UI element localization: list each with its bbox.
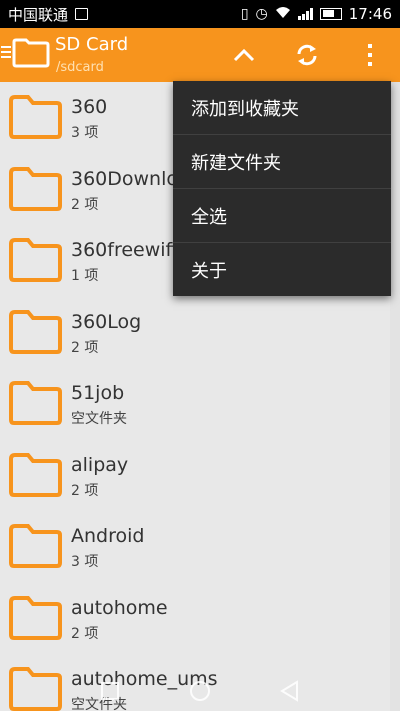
scroll-track[interactable] (390, 82, 400, 711)
list-item[interactable]: autohome 2 项 (0, 583, 390, 655)
navigate-up-icon (233, 48, 255, 62)
image-icon (75, 8, 89, 20)
item-count: 2 项 (71, 625, 99, 642)
item-count: 3 项 (71, 554, 99, 570)
menu-item-about[interactable]: 关于 (173, 243, 391, 297)
refresh-icon (297, 44, 317, 66)
file-name: autohome (71, 596, 168, 619)
folder-icon (9, 524, 62, 568)
folder-icon (9, 452, 62, 497)
battery-icon (319, 8, 342, 20)
status-bar: 中国联通 ▯ ◷ 17:46 (0, 0, 400, 28)
folder-icon (9, 95, 62, 139)
item-count: 2 项 (71, 196, 99, 213)
file-name: Android (71, 525, 145, 547)
carrier-label: 中国联通 (8, 5, 69, 24)
path-subtitle: /sdcard (56, 60, 104, 75)
menu-item-new-folder[interactable]: 新建文件夹 (173, 135, 391, 189)
refresh-button[interactable] (280, 28, 334, 82)
file-name: 360Log (71, 310, 142, 333)
vibrate-icon: ▯ (240, 6, 249, 22)
menu-item-select-all[interactable]: 全选 (173, 189, 391, 243)
list-item[interactable]: 51job 空文件夹 (0, 368, 390, 440)
folder-icon (9, 238, 62, 282)
list-item[interactable]: Android 3 项 (0, 511, 390, 583)
item-count: 1 项 (71, 268, 99, 284)
navigate-up-button[interactable] (217, 28, 271, 82)
nav-bar (0, 672, 400, 711)
list-item[interactable]: alipay 2 项 (0, 440, 390, 512)
recents-icon[interactable] (97, 678, 123, 704)
file-name: 360freewifi (71, 239, 178, 261)
item-count: 3 项 (71, 125, 99, 141)
overflow-menu-icon (368, 44, 372, 66)
folder-icon (9, 381, 62, 425)
item-count: 空文件夹 (71, 411, 127, 427)
alarm-icon: ◷ (255, 6, 268, 22)
folder-icon (12, 38, 50, 68)
file-name: alipay (71, 453, 129, 476)
action-bar: SD Card /sdcard (0, 28, 400, 82)
folder-icon (9, 595, 62, 640)
folder-icon (9, 309, 62, 354)
item-count: 2 项 (71, 482, 99, 499)
menu-item-add-favorite[interactable]: 添加到收藏夹 (173, 81, 391, 135)
file-name: 360 (71, 96, 108, 118)
folder-icon (9, 166, 62, 211)
wifi-icon (275, 6, 291, 22)
back-icon[interactable] (277, 678, 303, 704)
item-count: 2 项 (71, 339, 99, 356)
list-item[interactable]: 360Log 2 项 (0, 297, 390, 369)
overflow-menu-button[interactable] (343, 28, 397, 82)
home-icon[interactable] (187, 678, 213, 704)
overflow-menu: 添加到收藏夹 新建文件夹 全选 关于 (173, 81, 391, 296)
page-title: SD Card (55, 34, 129, 55)
file-name: 51job (71, 382, 125, 404)
clock: 17:46 (348, 5, 392, 23)
drawer-icon[interactable] (1, 46, 11, 61)
signal-icon (297, 8, 313, 20)
